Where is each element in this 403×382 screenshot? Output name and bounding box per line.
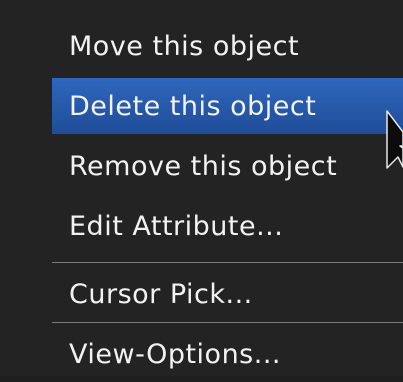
menu-item-remove-this-object[interactable]: Remove this object <box>52 138 403 194</box>
menu-item-move-this-object[interactable]: Move this object <box>52 18 403 74</box>
menu-item-label: View-Options... <box>69 338 281 370</box>
menu-separator <box>52 262 403 263</box>
menu-item-label: Remove this object <box>69 150 338 182</box>
menu-separator <box>52 322 403 323</box>
menu-item-label: Cursor Pick... <box>69 278 253 310</box>
menu-item-label: Edit Attribute... <box>69 210 284 242</box>
menu-item-delete-this-object[interactable]: Delete this object <box>52 78 403 134</box>
menu-item-cursor-pick[interactable]: Cursor Pick... <box>52 266 403 322</box>
menu-item-label: Delete this object <box>69 90 317 122</box>
mouse-pointer-icon <box>386 110 403 178</box>
menu-item-label: Move this object <box>69 30 300 62</box>
menu-item-view-options[interactable]: View-Options... <box>52 326 403 382</box>
menu-item-edit-attribute[interactable]: Edit Attribute... <box>52 198 403 254</box>
context-menu: Move this object Delete this object Remo… <box>0 0 403 376</box>
